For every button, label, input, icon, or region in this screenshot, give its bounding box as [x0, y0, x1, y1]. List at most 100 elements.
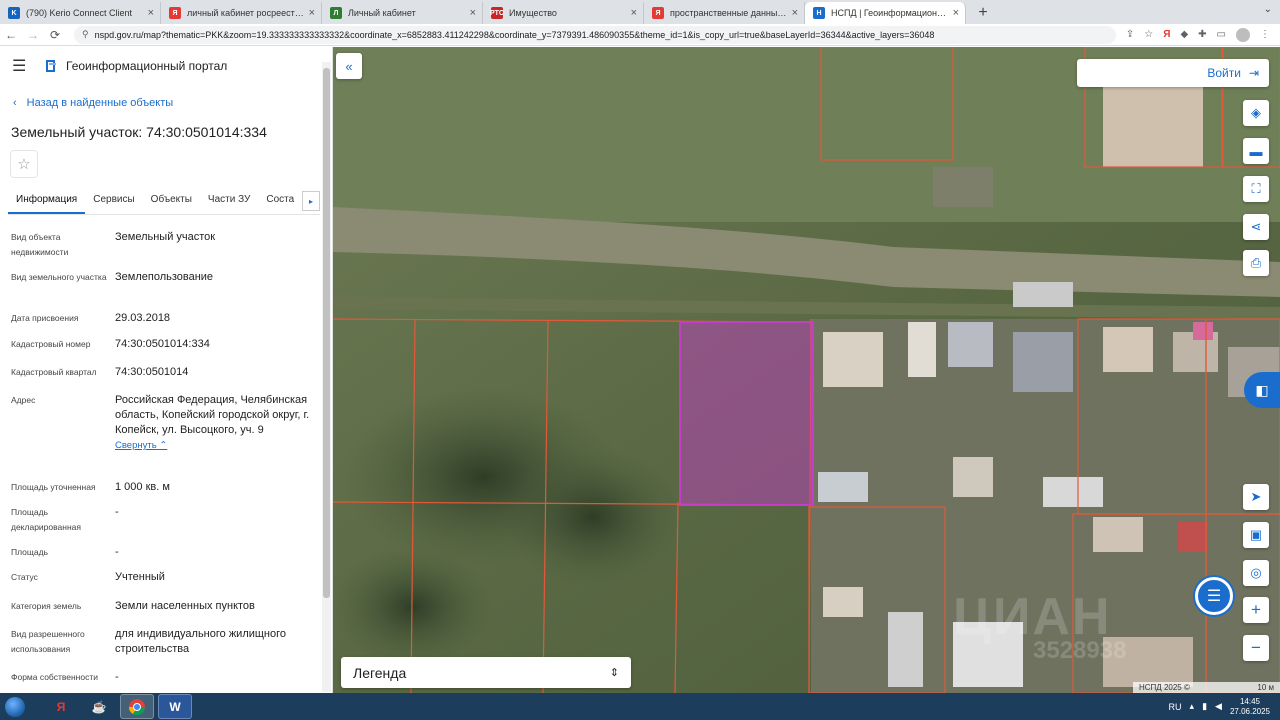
attribute-value: 29.03.2018	[115, 312, 171, 324]
legend-label: Легенда	[353, 664, 407, 681]
bookmark-star-icon[interactable]: ☆	[1144, 29, 1153, 40]
attribute-value: Российская Федерация, Челябинская област…	[115, 393, 316, 453]
panel-tab[interactable]: Соста	[258, 189, 302, 214]
puzzle-icon[interactable]: ✚	[1198, 29, 1206, 40]
share-icon[interactable]: ⇪	[1126, 29, 1134, 40]
browser-tab[interactable]: РТС Имущество ×	[483, 2, 644, 24]
tab-search-chevron-icon[interactable]: ⌄	[1264, 4, 1272, 15]
attribute-row: Вид разрешенного использования для индиви…	[11, 627, 316, 657]
minus-icon: −	[1251, 638, 1261, 657]
chat-button[interactable]: ☰	[1195, 577, 1233, 615]
language-indicator[interactable]: RU	[1169, 702, 1182, 712]
tab-close-icon[interactable]: ×	[470, 7, 476, 19]
login-button[interactable]: Войти ⇥	[1077, 59, 1269, 87]
collapse-link[interactable]: Свернуть ⌃	[115, 438, 316, 453]
side-widget-button[interactable]: ◧	[1244, 372, 1280, 408]
yandex-browser-taskbar-icon[interactable]: Я	[44, 694, 78, 719]
attribute-label: Дата присвоения	[11, 313, 79, 323]
attribute-label: Вид разрешенного использования	[11, 629, 85, 654]
address-toolbar: ← → ⟳ ⚲ nspd.gov.ru/map?thematic=PKK&zoo…	[0, 24, 1280, 46]
legend-dropdown[interactable]: Легенда ⇕	[341, 657, 631, 688]
copyright-text: НСПД 2025 ©	[1139, 683, 1190, 692]
panel-scrollbar[interactable]	[322, 62, 331, 692]
word-taskbar-icon[interactable]: W	[158, 694, 192, 719]
printer-icon: ⎙	[1250, 255, 1262, 270]
locate-button[interactable]: ➤	[1243, 484, 1269, 510]
portal-title: Геоинформационный портал	[66, 59, 228, 73]
panel-tab[interactable]: Сервисы	[85, 189, 142, 214]
attribute-value: -	[115, 546, 119, 558]
login-arrow-icon: ⇥	[1248, 66, 1259, 80]
collapse-panel-button[interactable]: «	[336, 53, 362, 79]
navigation-arrow-icon: ➤	[1250, 489, 1262, 504]
clock[interactable]: 14:45 27.06.2025	[1230, 697, 1270, 717]
tab-close-icon[interactable]: ×	[953, 7, 959, 19]
hamburger-menu-icon[interactable]: ☰	[12, 56, 32, 76]
tabs-scroll-right-icon[interactable]: ▸	[302, 191, 320, 211]
attribute-value: Земельный участок	[115, 231, 216, 243]
share-map-button[interactable]: ⋖	[1243, 214, 1269, 240]
panel-scrollbar-thumb[interactable]	[323, 68, 330, 598]
network-icon[interactable]: ▮	[1202, 701, 1207, 712]
measure-button[interactable]: ▬	[1243, 138, 1269, 164]
map-view[interactable]: ЦИАН 3528938 « Войти ⇥ ◈ ▬ ⛶ ⋖ ⎙ ◧ ➤ ▣ ◎…	[333, 47, 1280, 693]
attribute-label: Кадастровый номер	[11, 339, 91, 349]
tab-close-icon[interactable]: ×	[792, 7, 798, 19]
select-area-button[interactable]: ⛶	[1243, 176, 1269, 202]
map-imagery[interactable]	[333, 47, 1280, 693]
browser-tab[interactable]: K (790) Kerio Connect Client ×	[0, 2, 161, 24]
print-button[interactable]: ⎙	[1243, 250, 1269, 276]
favorite-star-icon[interactable]: ☆	[10, 150, 38, 178]
panel-tab[interactable]: Объекты	[143, 189, 200, 214]
minimap-button[interactable]: ▣	[1243, 522, 1269, 548]
site-info-icon[interactable]: ⚲	[82, 29, 89, 40]
back-arrow-icon[interactable]: ←	[0, 28, 22, 42]
attribute-label: Вид объекта недвижимости	[11, 232, 69, 257]
extension-icon[interactable]: ◆	[1180, 29, 1188, 40]
geolocation-button[interactable]: ◎	[1243, 560, 1269, 586]
browser-tab[interactable]: Л Личный кабинет ×	[322, 2, 483, 24]
java-taskbar-icon[interactable]: ☕	[82, 694, 116, 719]
tab-close-icon[interactable]: ×	[631, 7, 637, 19]
attribute-label: Категория земель	[11, 601, 82, 611]
chrome-logo-icon	[128, 698, 146, 715]
tab-title: личный кабинет росреестра —	[187, 8, 305, 18]
browser-tab[interactable]: Н НСПД | Геоинформационный п ×	[805, 2, 966, 24]
zoom-out-button[interactable]: −	[1243, 635, 1269, 661]
browser-tab[interactable]: Япространственные данные рос ×	[644, 2, 805, 24]
browser-tab[interactable]: Яличный кабинет росреестра — ×	[161, 2, 322, 24]
start-button[interactable]	[0, 693, 30, 720]
tab-title: Имущество	[509, 8, 557, 18]
tab-close-icon[interactable]: ×	[309, 7, 315, 19]
zoom-in-button[interactable]: +	[1243, 597, 1269, 623]
back-to-results-link[interactable]: ‹ Назад в найденные объекты	[13, 97, 173, 109]
tab-favicon-icon: K	[8, 7, 20, 19]
url-bar[interactable]: ⚲ nspd.gov.ru/map?thematic=PKK&zoom=19.3…	[74, 25, 1116, 44]
clock-time: 14:45	[1239, 696, 1260, 706]
yandex-extension-icon[interactable]: Я	[1163, 29, 1170, 40]
selected-parcel[interactable]	[679, 321, 814, 506]
chrome-taskbar-icon[interactable]	[120, 694, 154, 719]
menu-dots-icon[interactable]: ⋮	[1260, 29, 1270, 40]
panel-tab[interactable]: Информация	[8, 189, 86, 214]
clock-date: 27.06.2025	[1229, 706, 1270, 716]
attribute-row: Дата присвоения 29.03.2018	[11, 311, 316, 326]
layers-button[interactable]: ◈	[1243, 100, 1269, 126]
system-tray: RU ▴ ▮ ◀ 14:45 27.06.2025	[1169, 693, 1270, 720]
forward-arrow-icon[interactable]: →	[22, 28, 44, 42]
layers-icon: ◈	[1251, 105, 1261, 120]
attribute-value: -	[115, 506, 119, 518]
panel-tab[interactable]: Части ЗУ	[200, 189, 258, 214]
volume-icon[interactable]: ◀	[1215, 701, 1222, 712]
double-chevron-left-icon: «	[345, 58, 353, 74]
new-tab-button[interactable]: +	[972, 2, 994, 24]
widget-icon: ◧	[1255, 381, 1269, 398]
minimap-icon: ▣	[1249, 527, 1263, 542]
chat-bubble-icon: ☰	[1206, 588, 1222, 605]
reload-icon[interactable]: ⟳	[44, 28, 66, 42]
profile-avatar[interactable]	[1236, 27, 1250, 42]
tab-close-icon[interactable]: ×	[148, 7, 154, 19]
sidepanel-icon[interactable]: ▭	[1217, 29, 1226, 40]
attribute-label: Площадь декларированная	[11, 507, 81, 532]
tray-chevron-icon[interactable]: ▴	[1190, 701, 1195, 712]
